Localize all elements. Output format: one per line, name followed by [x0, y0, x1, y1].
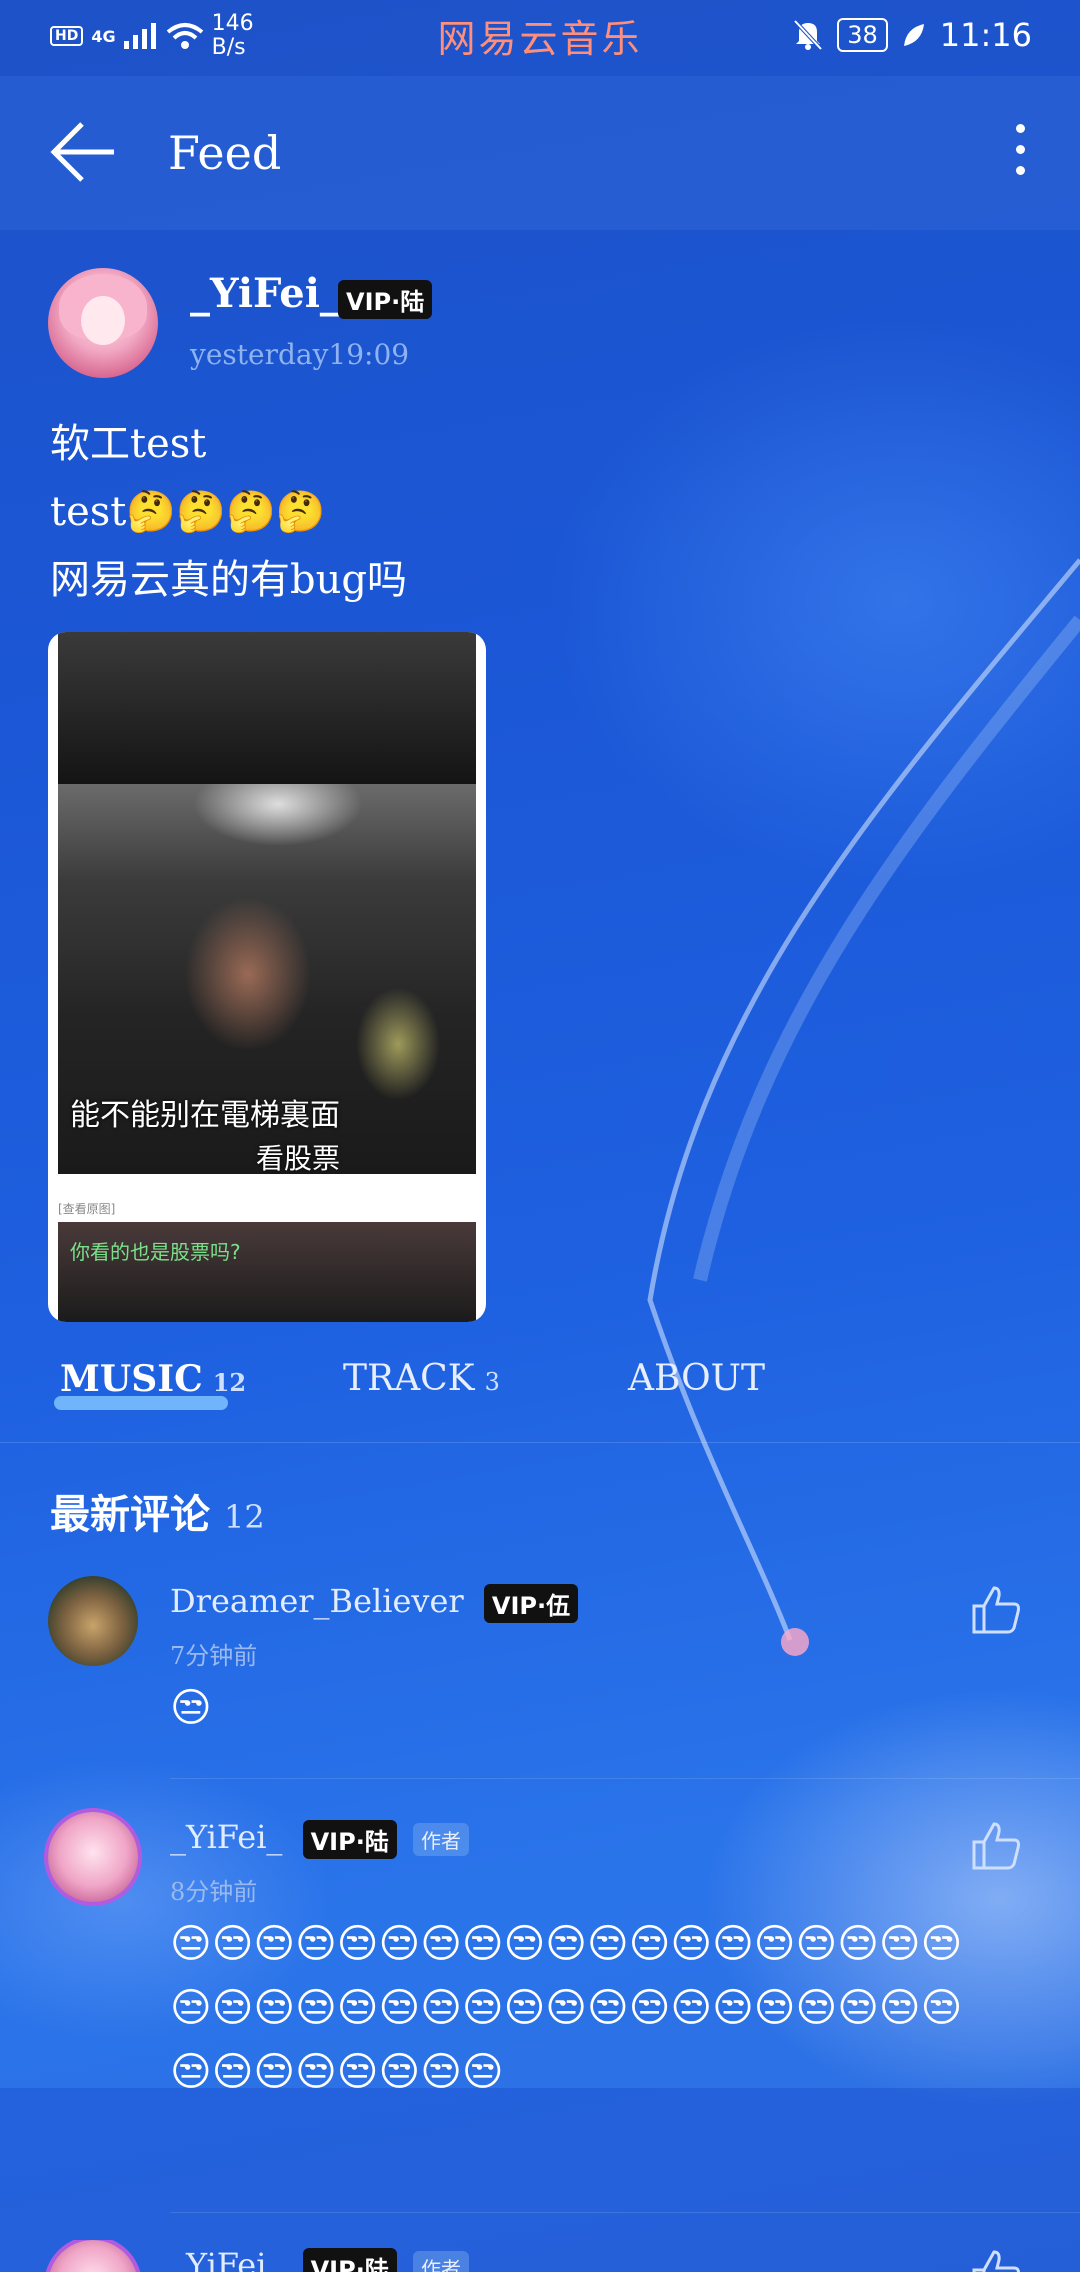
tab-music-count: 12	[212, 1368, 247, 1397]
thumbs-up-icon	[972, 2250, 1020, 2272]
leaf-icon	[903, 24, 924, 46]
like-button[interactable]	[968, 2246, 1024, 2272]
tab-music-label: MUSIC	[60, 1358, 203, 1400]
more-options-button[interactable]	[1000, 118, 1040, 190]
tab-music[interactable]: MUSIC 12	[60, 1358, 246, 1400]
comment-avatar[interactable]	[48, 2240, 138, 2272]
comment-item: Dreamer_Believer VIP·伍 7分钟前 😒	[0, 1576, 1080, 1776]
image-subtitle-2: 看股票	[256, 1142, 341, 1175]
comment-author-name: _YiFei_	[170, 2246, 283, 2272]
tab-track-count: 3	[484, 1368, 500, 1396]
comment-author-name: _YiFei_	[170, 1818, 283, 1856]
post-author-name[interactable]: _YiFei_	[190, 270, 340, 317]
page-title: Feed	[168, 126, 282, 180]
vip-badge: VIP·伍	[483, 1584, 579, 1623]
status-right: 38 11:16	[793, 16, 1032, 54]
back-arrow-icon	[50, 122, 114, 182]
clock: 11:16	[939, 16, 1032, 54]
comment-text: 😒😒😒😒😒😒😒😒😒😒😒😒😒😒😒😒😒😒😒😒😒😒😒😒😒😒😒😒😒😒😒😒😒😒😒😒😒😒😒😒…	[170, 1921, 963, 2095]
thumbs-up-icon	[972, 1822, 1020, 1870]
more-dots-icon	[1015, 124, 1025, 133]
vip-badge: VIP·陆	[302, 2248, 397, 2272]
tab-track-label: TRACK	[343, 1358, 475, 1399]
tab-track[interactable]: TRACK 3	[343, 1358, 500, 1399]
tab-about[interactable]: ABOUT	[628, 1358, 765, 1399]
comment-author[interactable]: Dreamer_Believer VIP·伍	[170, 1582, 579, 1623]
like-button[interactable]	[968, 1818, 1024, 1874]
post-image[interactable]: 能不能别在電梯裏面 看股票 [查看原图] 你看的也是股票吗?	[48, 632, 486, 1322]
post-content: 软工test test🤔🤔🤔🤔 网易云真的有bug吗	[50, 410, 407, 614]
comment-author[interactable]: _YiFei_ VIP·陆 作者	[170, 1818, 469, 1859]
author-tag: 作者	[412, 2251, 469, 2272]
vip-badge: VIP·陆	[302, 1820, 397, 1859]
comment-time: 8分钟前	[170, 1878, 258, 1906]
post-line-1: 软工test	[50, 421, 207, 467]
like-button[interactable]	[968, 1582, 1024, 1638]
comments-title: 最新评论	[50, 1491, 210, 1538]
post-line-2: test🤔🤔🤔🤔	[50, 489, 326, 535]
image-subtitle-3: 你看的也是股票吗?	[70, 1240, 241, 1264]
comments-header: 最新评论 12	[50, 1482, 265, 1540]
thumbs-up-icon	[972, 1586, 1020, 1634]
comment-author-name: Dreamer_Believer	[170, 1582, 464, 1620]
image-note: [查看原图]	[58, 1202, 116, 1216]
comments-count: 12	[224, 1498, 265, 1536]
comment-avatar[interactable]	[48, 1812, 138, 1902]
back-button[interactable]	[50, 120, 120, 184]
image-subtitle-1: 能不能别在電梯裏面	[70, 1098, 340, 1133]
post-author-avatar[interactable]	[48, 268, 158, 378]
comment-author[interactable]: _YiFei_ VIP·陆 作者	[170, 2246, 469, 2272]
vip-badge: VIP·陆	[338, 280, 433, 319]
author-tag: 作者	[412, 1823, 469, 1856]
mute-bell-icon	[793, 19, 823, 51]
image-panel-top	[58, 632, 476, 784]
comment-item: _YiFei_ VIP·陆 作者	[0, 2240, 1080, 2272]
comment-divider	[170, 2212, 1080, 2213]
comment-text: 😒	[170, 1685, 212, 1731]
comment-time: 7分钟前	[170, 1642, 258, 1670]
tab-bar: MUSIC 12 TRACK 3 ABOUT	[0, 1350, 1080, 1443]
comment-divider	[170, 1778, 1080, 1779]
comment-avatar[interactable]	[48, 1576, 138, 1666]
post-line-3: 网易云真的有bug吗	[50, 557, 407, 603]
status-bar: HD 4G 146 B/s 网易云音乐 38 11:16	[0, 0, 1080, 76]
post-time: yesterday19:09	[190, 338, 410, 371]
battery-indicator: 38	[837, 18, 888, 52]
tab-about-label: ABOUT	[628, 1358, 765, 1399]
app-bar: Feed	[0, 76, 1080, 230]
